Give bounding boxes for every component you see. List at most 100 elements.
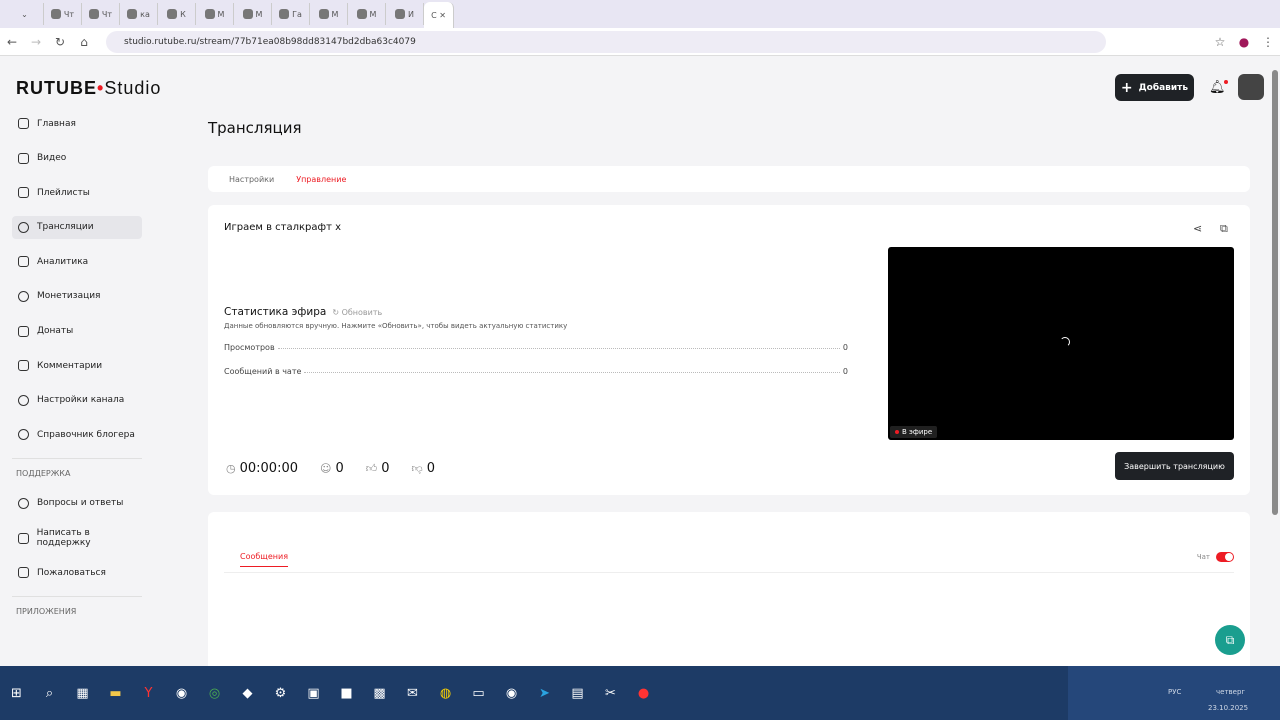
notifications-bell-icon[interactable]: 🔔︎ <box>1209 80 1228 95</box>
browser-tab[interactable]: М <box>348 3 386 25</box>
sidebar-item-comments[interactable]: Комментарии <box>12 354 142 377</box>
reload-icon[interactable]: ↻ <box>48 35 72 49</box>
home-icon[interactable]: ⌂ <box>72 35 96 49</box>
sidebar-item-video[interactable]: Видео <box>12 147 142 170</box>
external-link-icon[interactable]: ⧉ <box>1220 222 1228 236</box>
home-icon <box>18 118 29 129</box>
bookmark-star-icon[interactable]: ☆ <box>1208 35 1232 49</box>
browser-tab[interactable]: К <box>158 3 196 25</box>
sidebar-item-contact-support[interactable]: Написать в поддержку <box>12 527 142 550</box>
windows-taskbar: ⊞ ⌕ ▦ ▬ Y ◉ ◎ ◆ ⚙ ▣ ■ ▩ ✉ ◍ ▭ ◉ ➤ ▤ ✂ ● … <box>0 666 1280 720</box>
video-icon <box>18 152 29 164</box>
avatar[interactable] <box>1238 74 1264 100</box>
chat-toggle[interactable] <box>1216 552 1234 562</box>
add-button[interactable]: + Добавить <box>1115 74 1194 101</box>
sidebar-item-home[interactable]: Главная <box>12 112 142 135</box>
app-icon[interactable]: ✉ <box>396 686 429 701</box>
stat-row-views: Просмотров 0 <box>224 343 848 352</box>
sidebar-item-streams[interactable]: Трансляции <box>12 215 142 239</box>
coin-icon <box>18 290 29 302</box>
dislikes-count: 👎︎ 0 <box>411 461 435 476</box>
app-icon[interactable]: ◍ <box>429 686 462 701</box>
favicon-icon <box>127 9 138 19</box>
favicon-icon <box>88 9 99 19</box>
tab-management[interactable]: Управление <box>296 175 346 184</box>
refresh-button[interactable]: ↻ Обновить <box>332 308 382 317</box>
language-indicator[interactable]: РУС <box>1168 688 1181 696</box>
end-stream-button[interactable]: Завершить трансляцию <box>1115 452 1234 480</box>
apps-heading: ПРИЛОЖЕНИЯ <box>16 606 77 616</box>
gear-icon <box>18 394 29 406</box>
browser-tab[interactable]: М <box>234 3 272 25</box>
app-icon[interactable]: ▩ <box>363 686 396 701</box>
yandex-icon[interactable]: Y <box>132 686 165 701</box>
sidebar-item-faq[interactable]: Вопросы и ответы <box>12 492 142 515</box>
sidebar-item-channel-settings[interactable]: Настройки канала <box>12 389 142 412</box>
share-icon[interactable]: ⋖ <box>1193 222 1202 235</box>
tab-messages[interactable]: Сообщения <box>240 552 289 567</box>
settings-icon[interactable]: ⚙ <box>264 686 297 701</box>
address-bar: ← → ↻ ⌂ studio.rutube.ru/stream/77b71ea0… <box>0 28 1280 56</box>
browser-tab[interactable]: Га <box>272 3 310 25</box>
back-icon[interactable]: ← <box>0 35 24 49</box>
search-icon[interactable]: ⌕ <box>33 686 66 701</box>
steam-icon[interactable]: ◉ <box>495 686 528 701</box>
forward-icon[interactable]: → <box>24 35 48 49</box>
scrollbar[interactable] <box>1272 70 1278 515</box>
user-icon: ☺ <box>320 462 332 475</box>
sidebar-item-monetization[interactable]: Монетизация <box>12 285 142 308</box>
clock-icon: ◷ <box>226 462 236 475</box>
wallet-icon <box>18 325 29 337</box>
steam-icon[interactable]: ◉ <box>165 686 198 701</box>
app-icon[interactable]: ■ <box>330 686 363 701</box>
browser-tab-active[interactable]: С ✕ <box>424 2 454 28</box>
browser-tab[interactable]: Чт <box>44 3 82 25</box>
sidebar-item-donations[interactable]: Донаты <box>12 320 142 343</box>
chart-icon <box>18 256 29 268</box>
app-icon[interactable]: ▭ <box>462 686 495 701</box>
tray-date[interactable]: 23.10.2025 <box>1208 704 1248 712</box>
sidebar-item-analytics[interactable]: Аналитика <box>12 250 142 273</box>
app-icon[interactable]: ◆ <box>231 686 264 701</box>
profile-icon[interactable]: ● <box>1232 35 1256 49</box>
favicon-icon <box>279 9 290 19</box>
app-icon[interactable]: ▣ <box>297 686 330 701</box>
sidebar-item-playlists[interactable]: Плейлисты <box>12 181 142 204</box>
browser-tab[interactable]: М <box>310 3 348 25</box>
video-player[interactable]: В эфире <box>888 247 1234 440</box>
browser-tab-strip: ⌄ Чт Чт ка К М М Га М М И С ✕ <box>0 0 1280 28</box>
close-icon[interactable]: ✕ <box>439 11 446 20</box>
live-badge: В эфире <box>890 426 938 438</box>
menu-icon[interactable]: ⋮ <box>1256 35 1280 49</box>
system-tray: РУС четверг 23.10.2025 <box>1068 666 1280 720</box>
favicon-icon <box>242 9 253 19</box>
app-icon[interactable]: ▤ <box>561 686 594 701</box>
stream-title: Играем в сталкрафт х <box>224 222 341 233</box>
file-explorer-icon[interactable]: ▬ <box>99 686 132 701</box>
stats-heading: Статистика эфира ↻ Обновить <box>224 306 383 318</box>
divider <box>12 457 142 459</box>
tab-settings[interactable]: Настройки <box>229 175 274 184</box>
chrome-icon[interactable]: ◎ <box>198 686 231 701</box>
favicon-icon <box>204 9 215 19</box>
tools-icon[interactable]: ✂ <box>594 686 627 701</box>
favicon-icon <box>395 9 405 19</box>
sidebar-item-report[interactable]: Пожаловаться <box>12 561 142 584</box>
divider <box>224 572 1234 573</box>
browser-tab[interactable]: Чт <box>82 3 120 25</box>
page-tabs: Настройки Управление <box>208 166 1250 192</box>
start-icon[interactable]: ⊞ <box>0 686 33 701</box>
likes-count: 👍︎ 0 <box>365 461 390 476</box>
browser-tab[interactable]: М <box>196 3 234 25</box>
help-chat-button[interactable]: ⧉ <box>1215 625 1245 655</box>
url-input[interactable]: studio.rutube.ru/stream/77b71ea08b98dd83… <box>106 30 1106 53</box>
app-icon[interactable]: ● <box>627 686 660 701</box>
telegram-icon[interactable]: ➤ <box>528 686 561 701</box>
rutube-studio-logo[interactable]: RUTUBE•Studio <box>16 78 161 99</box>
tab-search-icon[interactable]: ⌄ <box>6 3 44 25</box>
stats-note: Данные обновляются вручную. Нажмите «Обн… <box>224 322 568 330</box>
app-icon[interactable]: ▦ <box>66 686 99 701</box>
browser-tab[interactable]: ка <box>120 3 158 25</box>
browser-tab[interactable]: И <box>386 3 424 25</box>
sidebar-item-blogger-guide[interactable]: Справочник блогера <box>12 423 142 446</box>
